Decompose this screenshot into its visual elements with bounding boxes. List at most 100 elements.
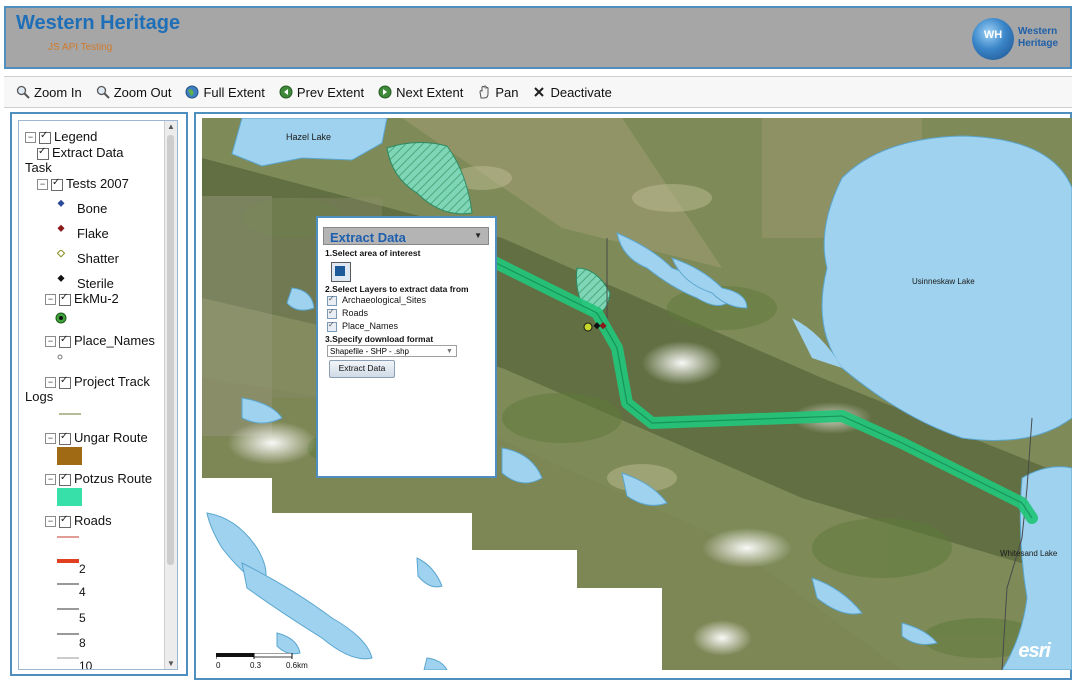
flake-label: Flake [77, 226, 109, 241]
collapse-icon[interactable]: − [45, 433, 56, 445]
scale-label-1: 0.3 [250, 661, 262, 670]
zoom-out-icon [96, 85, 110, 99]
chevron-down-icon[interactable]: ▼ [446, 346, 455, 356]
extract-data-button[interactable]: Extract Data [329, 360, 395, 378]
potzus-row[interactable]: − Potzus Route [45, 471, 152, 486]
sterile-symbol-icon [57, 275, 65, 282]
road-5-label: 5 [79, 611, 86, 625]
road-4-symbol [57, 583, 79, 585]
zoom-in-label: Zoom In [34, 84, 82, 100]
extract-task-label-2: Task [25, 160, 52, 175]
place-names-checkbox[interactable] [59, 334, 71, 348]
layer-checkbox[interactable] [327, 294, 337, 306]
roads-label: Roads [74, 513, 112, 528]
zoom-out-label: Zoom Out [113, 84, 172, 100]
collapse-icon[interactable]: − [45, 474, 56, 486]
ekmu-symbol-icon [55, 312, 67, 324]
tests-row[interactable]: − Tests 2007 [37, 176, 129, 191]
layer-option-archaeological[interactable]: Archaeological_Sites [327, 294, 426, 306]
prev-extent-button[interactable]: Prev Extent [279, 85, 364, 100]
ungar-checkbox[interactable] [59, 431, 71, 445]
zoom-in-icon [16, 85, 30, 99]
ungar-label: Ungar Route [74, 430, 148, 445]
zoom-out-button[interactable]: Zoom Out [96, 84, 172, 100]
collapse-icon[interactable]: − [45, 294, 56, 306]
whitesand-lake-label: Whitesand Lake [1000, 549, 1058, 558]
legend-root-checkbox[interactable] [39, 130, 51, 144]
layer-option-roads[interactable]: Roads [327, 307, 369, 319]
roads-line-symbol [57, 536, 79, 538]
hand-icon [479, 85, 489, 99]
zoom-in-button[interactable]: Zoom In [16, 85, 82, 100]
logo-line-2: Heritage [1018, 38, 1059, 49]
layer-checkbox[interactable] [327, 320, 337, 332]
track-row[interactable]: − Project Track [45, 374, 150, 389]
legend-scroll-thumb[interactable] [167, 135, 174, 565]
extract-data-header[interactable]: Extract Data ▼ [323, 227, 489, 245]
layer-option-place-names[interactable]: Place_Names [327, 320, 398, 332]
next-extent-label: Next Extent [396, 84, 464, 100]
forward-arrow-icon [378, 85, 392, 99]
draw-polygon-icon [335, 266, 345, 276]
ekmu-checkbox[interactable] [59, 292, 71, 306]
layer-checkbox[interactable] [327, 307, 337, 319]
extract-task-row[interactable]: Extract Data [37, 145, 124, 160]
layer-label: Roads [342, 308, 369, 318]
legend-scrollbar[interactable]: ▲ ▼ [164, 121, 177, 669]
logo-initials: WH [983, 29, 1003, 41]
bone-label: Bone [77, 201, 108, 216]
roads-checkbox[interactable] [59, 514, 71, 528]
ekmu-label: EkMu-2 [74, 291, 119, 306]
step-3-label: 3.Specify download format [325, 334, 434, 344]
track-checkbox[interactable] [59, 375, 71, 389]
collapse-icon[interactable]: − [45, 377, 56, 389]
app-title: Western Heritage [16, 12, 181, 34]
legend-root-row[interactable]: − Legend [25, 129, 97, 144]
deactivate-button[interactable]: Deactivate [532, 85, 612, 100]
road-5-symbol [57, 608, 79, 610]
collapse-icon[interactable]: − [25, 132, 36, 144]
extract-data-title: Extract Data [330, 230, 406, 245]
collapse-icon[interactable]: − [45, 516, 56, 528]
roads-row[interactable]: − Roads [45, 513, 112, 528]
extract-task-label-1: Extract Data [52, 145, 124, 160]
prev-extent-label: Prev Extent [296, 84, 365, 100]
full-extent-button[interactable]: Full Extent [185, 84, 265, 100]
ungar-swatch [57, 447, 82, 465]
globe-logo-icon: WH [972, 18, 1014, 60]
collapse-icon[interactable]: − [45, 336, 56, 348]
legend-tree: − Legend Extract Data Task − Tests 2007 Bo… [18, 120, 178, 670]
pan-button[interactable]: Pan [477, 85, 518, 100]
road-8-symbol [57, 633, 79, 635]
collapse-icon[interactable]: − [37, 179, 48, 191]
back-arrow-icon [279, 85, 293, 99]
step-1-label: 1.Select area of interest [325, 248, 421, 258]
format-select-value: Shapefile - SHP - .shp [330, 347, 410, 356]
road-10-symbol [57, 657, 79, 659]
full-extent-label: Full Extent [203, 84, 265, 100]
place-names-symbol-icon [57, 354, 63, 360]
road-4-label: 4 [79, 585, 86, 599]
tests-checkbox[interactable] [51, 177, 63, 191]
scroll-down-icon[interactable]: ▼ [167, 659, 175, 668]
legend-panel: − Legend Extract Data Task − Tests 2007 Bo… [10, 112, 188, 676]
ungar-row[interactable]: − Ungar Route [45, 430, 148, 445]
road-10-label: 10 [79, 659, 93, 670]
next-extent-button[interactable]: Next Extent [378, 85, 463, 100]
legend-root-label: Legend [54, 129, 98, 144]
ekmu-row[interactable]: − EkMu-2 [45, 291, 119, 306]
scale-label-0: 0 [216, 661, 221, 670]
logo: WH Western Heritage [972, 16, 1060, 62]
chevron-down-icon[interactable]: ▼ [474, 231, 482, 240]
esri-attribution: esri [1018, 640, 1051, 662]
extract-task-checkbox[interactable] [37, 146, 49, 160]
format-select[interactable]: Shapefile - SHP - .shp ▼ [327, 345, 457, 357]
place-names-row[interactable]: − Place_Names [45, 333, 155, 348]
potzus-checkbox[interactable] [59, 472, 71, 486]
track-label-2: Logs [25, 389, 54, 404]
select-area-button[interactable] [331, 262, 351, 282]
toolbar: Zoom In Zoom Out Full Extent Prev Extent… [4, 76, 1072, 108]
scroll-up-icon[interactable]: ▲ [167, 122, 175, 131]
app-subtitle: JS API Testing [48, 42, 113, 53]
globe-icon [185, 85, 199, 99]
